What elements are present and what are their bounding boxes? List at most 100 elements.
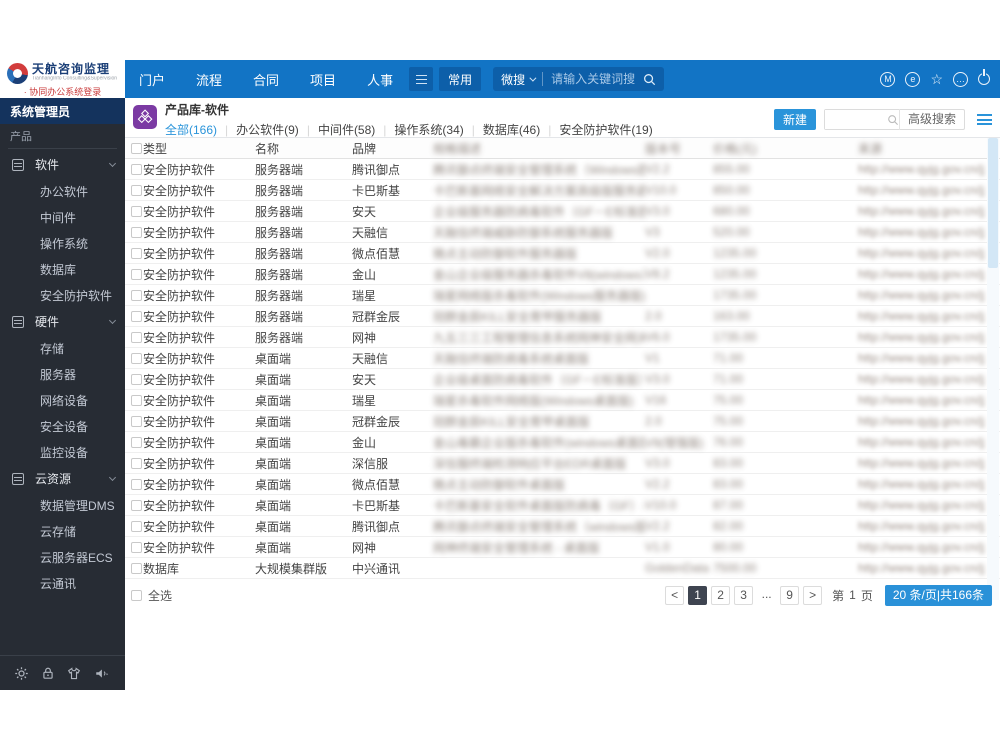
settings-gear-icon[interactable] [14, 666, 29, 681]
sound-speaker-icon[interactable] [94, 666, 111, 681]
list-view-icon[interactable] [977, 114, 992, 125]
sidebar-group-header[interactable]: 云资源 [0, 465, 125, 492]
sidebar-role-header[interactable]: 系统管理员 [0, 98, 125, 124]
row-checkbox[interactable] [131, 310, 142, 322]
sidebar-item[interactable]: 办公软件 [0, 178, 125, 204]
table-row[interactable]: 安全防护软件 桌面端 卡巴斯基 卡巴斯基安全软件桌面版防病毒（GF）- KIS…V10… [125, 495, 1000, 516]
table-row[interactable]: 安全防护软件 桌面端 天融信 天融信终端防病毒系统桌面版 V1 71.00 http://w… [125, 348, 1000, 369]
lock-icon[interactable] [41, 666, 55, 681]
row-checkbox[interactable] [131, 478, 142, 490]
select-all-checkbox[interactable] [131, 142, 142, 154]
sidebar-group-header[interactable]: 软件 [0, 151, 125, 178]
row-checkbox[interactable] [131, 184, 142, 196]
row-checkbox[interactable] [131, 415, 142, 427]
table-scrollbar-track[interactable] [987, 138, 999, 600]
table-row[interactable]: 安全防护软件 服务器端 微点佰慧 微点主动防御软件服务器版 V2.0 1235.00 htt… [125, 243, 1000, 264]
tab[interactable]: 操作系统(34) [394, 121, 463, 138]
row-checkbox[interactable] [131, 226, 142, 238]
row-checkbox[interactable] [131, 331, 142, 343]
row-checkbox[interactable] [131, 163, 142, 175]
more-ellipsis-icon[interactable]: … [953, 71, 968, 87]
search-icon[interactable] [887, 114, 899, 126]
m-badge-icon[interactable]: M [880, 71, 896, 87]
row-checkbox[interactable] [131, 499, 142, 511]
row-checkbox[interactable] [131, 247, 142, 259]
sidebar-item[interactable]: 中间件 [0, 204, 125, 230]
table-row[interactable]: 安全防护软件 桌面端 网神 网神终端安全管理系统 - 桌面版 V1.0 80.00 http… [125, 537, 1000, 558]
row-checkbox[interactable] [131, 268, 142, 280]
select-all-footer-checkbox[interactable] [131, 589, 142, 601]
tab[interactable]: 全部(166) [165, 121, 217, 138]
table-row[interactable]: 安全防护软件 桌面端 腾讯御点 腾讯御点终端安全管理系统（windows版）/ V2.… [125, 516, 1000, 537]
row-checkbox[interactable] [131, 436, 142, 448]
sidebar-item[interactable]: 云通讯 [0, 570, 125, 596]
row-checkbox[interactable] [131, 562, 142, 574]
sidebar-item[interactable]: 监控设备 [0, 439, 125, 465]
row-checkbox[interactable] [131, 457, 142, 469]
table-row[interactable]: 安全防护软件 服务器端 网神 九五三三工程管理信息系统网神安全网关 V6.0 1735.0… [125, 327, 1000, 348]
nav-item[interactable]: 门户 [139, 70, 165, 89]
tab[interactable]: 中间件(58) [318, 121, 375, 138]
row-checkbox[interactable] [131, 541, 142, 553]
sidebar-item[interactable]: 安全设备 [0, 413, 125, 439]
apps-menu-button[interactable] [409, 67, 434, 91]
favorites-star-icon[interactable]: ☆ [930, 71, 943, 87]
nav-item-pinned[interactable]: 常用 [439, 67, 482, 91]
table-row[interactable]: 安全防护软件 桌面端 深信服 深信服终端检测响应平台EDR桌面版 V3.0 83.00 ht… [125, 453, 1000, 474]
global-search-input[interactable] [551, 72, 644, 86]
sidebar-item[interactable]: 服务器 [0, 361, 125, 387]
tab[interactable]: 办公软件(9) [236, 121, 299, 138]
table-row[interactable]: 安全防护软件 服务器端 卡巴斯基 卡巴斯基网络安全解决方案高级版服务器端…V10.0 8… [125, 180, 1000, 201]
search-engine-selector[interactable]: 微搜 [501, 71, 537, 88]
sidebar-item[interactable]: 云存储 [0, 518, 125, 544]
page-number-button[interactable]: 3 [734, 585, 754, 605]
table-row[interactable]: 安全防护软件 桌面端 瑞星 瑞星杀毒软件网络版(Windows桌面版) V16 75.00… [125, 390, 1000, 411]
nav-item[interactable]: 人事 [367, 70, 393, 89]
create-new-button[interactable]: 新建 [773, 109, 816, 130]
table-row[interactable]: 安全防护软件 服务器端 安天 企业级服务器防病毒软件（GF－E标准版）升级V3.0 68… [125, 201, 1000, 222]
tab[interactable]: 数据库(46) [483, 121, 540, 138]
page-number-button[interactable]: 9 [780, 585, 800, 605]
table-row[interactable]: 安全防护软件 服务器端 瑞星 瑞星网络版杀毒软件(Windows服务器版) 1735.0… [125, 285, 1000, 306]
nav-item[interactable]: 流程 [196, 70, 222, 89]
row-checkbox[interactable] [131, 289, 142, 301]
row-checkbox[interactable] [131, 520, 142, 532]
table-row[interactable]: 安全防护软件 桌面端 冠群金辰 冠群金辰KILL安全胄甲桌面版 2.0 75.00 http… [125, 411, 1000, 432]
advanced-search-button[interactable]: 高级搜索 [898, 109, 964, 130]
current-page-number[interactable]: 1 [849, 588, 856, 602]
table-row[interactable]: 数据库 大规模集群版 中兴通讯 GoldenData s…7500.00 http://… [125, 558, 1000, 579]
sidebar-item[interactable]: 数据管理DMS [0, 492, 125, 518]
sidebar-item[interactable]: 安全防护软件 [0, 282, 125, 308]
sidebar-item[interactable]: 云服务器ECS [0, 544, 125, 570]
page-number-button[interactable]: 1 [688, 585, 708, 605]
sidebar-item[interactable]: 数据库 [0, 256, 125, 282]
table-row[interactable]: 安全防护软件 桌面端 微点佰慧 微点主动防御软件桌面版 V2.2 83.00 http://… [125, 474, 1000, 495]
table-search-input[interactable] [824, 110, 887, 129]
sidebar-group-header[interactable]: 硬件 [0, 308, 125, 335]
power-logout-icon[interactable] [978, 73, 990, 85]
e-badge-icon[interactable]: e [905, 71, 921, 87]
sidebar-item[interactable]: 网络设备 [0, 387, 125, 413]
next-page-button[interactable]: > [803, 585, 823, 605]
table-row[interactable]: 安全防护软件 服务器端 冠群金辰 冠群金辰KILL安全胄甲服务器版 2.0 163.00 h… [125, 306, 1000, 327]
table-row[interactable]: 安全防护软件 服务器端 金山 金山企业级服务器杀毒软件V8(windows系统版)V8… [125, 264, 1000, 285]
theme-shirt-icon[interactable] [66, 666, 82, 681]
row-checkbox[interactable] [131, 352, 142, 364]
table-scrollbar-thumb[interactable] [988, 138, 998, 268]
sidebar-item[interactable]: 存储 [0, 335, 125, 361]
tab[interactable]: 安全防护软件(19) [559, 121, 652, 138]
row-checkbox[interactable] [131, 394, 142, 406]
search-icon[interactable] [643, 73, 656, 86]
page-number-button[interactable]: 2 [711, 585, 731, 605]
table-row[interactable]: 安全防护软件 服务器端 腾讯御点 腾讯御点终端安全管理系统（Windows版） V2.2… [125, 159, 1000, 180]
nav-item[interactable]: 项目 [310, 70, 336, 89]
row-checkbox[interactable] [131, 205, 142, 217]
table-row[interactable]: 安全防护软件 桌面端 安天 企业级桌面防病毒软件（GF－E标准版）升级V3.0 71.0… [125, 369, 1000, 390]
prev-page-button[interactable]: < [665, 585, 685, 605]
sidebar-item[interactable]: 操作系统 [0, 230, 125, 256]
row-checkbox[interactable] [131, 373, 142, 385]
page-size-info-badge[interactable]: 20 条/页|共166条 [884, 584, 992, 606]
nav-item[interactable]: 合同 [253, 70, 279, 89]
oa-login-link[interactable]: · 协同办公系统登录 [0, 85, 125, 98]
table-row[interactable]: 安全防护软件 服务器端 天融信 天融信终端威胁防御系统服务器版 V3 520.00 http… [125, 222, 1000, 243]
